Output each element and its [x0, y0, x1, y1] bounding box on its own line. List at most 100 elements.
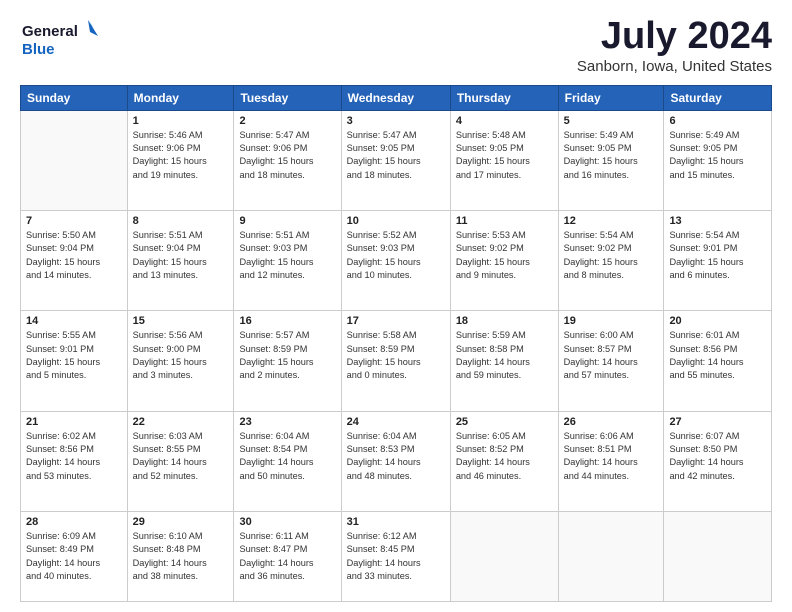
day-number: 30: [239, 516, 335, 528]
day-number: 31: [347, 516, 445, 528]
day-number: 16: [239, 315, 335, 327]
day-info: Sunrise: 5:47 AM Sunset: 9:06 PM Dayligh…: [239, 129, 335, 182]
table-row: 8 Sunrise: 5:51 AM Sunset: 9:04 PM Daylig…: [127, 211, 234, 311]
table-row: 22Sunrise: 6:03 AM Sunset: 8:55 PM Dayli…: [127, 411, 234, 511]
table-row: 6 Sunrise: 5:49 AM Sunset: 9:05 PM Daylig…: [664, 110, 772, 210]
title-block: July 2024 Sanborn, Iowa, United States: [577, 16, 772, 75]
day-number: 26: [564, 416, 659, 428]
day-number: 8: [133, 215, 229, 227]
weekday-header-row: Sunday Monday Tuesday Wednesday Thursday…: [21, 85, 772, 110]
table-row: 14 Sunrise: 5:55 AM Sunset: 9:01 PM Dayli…: [21, 311, 128, 411]
main-title: July 2024: [577, 16, 772, 58]
day-number: 23: [239, 416, 335, 428]
table-row: 11 Sunrise: 5:53 AM Sunset: 9:02 PM Dayli…: [450, 211, 558, 311]
day-info: Sunrise: 5:58 AM Sunset: 8:59 PM Dayligh…: [347, 329, 445, 382]
table-row: [664, 511, 772, 601]
svg-text:Blue: Blue: [22, 41, 55, 58]
table-row: 20 Sunrise: 6:01 AM Sunset: 8:56 PM Dayli…: [664, 311, 772, 411]
day-info: Sunrise: 5:49 AM Sunset: 9:05 PM Dayligh…: [669, 129, 766, 182]
day-number: 13: [669, 215, 766, 227]
day-info: Sunrise: 6:06 AM Sunset: 8:51 PM Dayligh…: [564, 430, 659, 483]
logo: General Blue: [20, 16, 100, 60]
subtitle: Sanborn, Iowa, United States: [577, 58, 772, 75]
header: General Blue July 2024 Sanborn, Iowa, Un…: [20, 16, 772, 75]
day-number: 6: [669, 115, 766, 127]
day-info: Sunrise: 5:46 AM Sunset: 9:06 PM Dayligh…: [133, 129, 229, 182]
header-thursday: Thursday: [450, 85, 558, 110]
day-info: Sunrise: 6:10 AM Sunset: 8:48 PM Dayligh…: [133, 530, 229, 583]
day-number: 2: [239, 115, 335, 127]
day-info: Sunrise: 6:12 AM Sunset: 8:45 PM Dayligh…: [347, 530, 445, 583]
table-row: 3 Sunrise: 5:47 AM Sunset: 9:05 PM Daylig…: [341, 110, 450, 210]
calendar-table: Sunday Monday Tuesday Wednesday Thursday…: [20, 85, 772, 602]
table-row: [21, 110, 128, 210]
table-row: 5 Sunrise: 5:49 AM Sunset: 9:05 PM Daylig…: [558, 110, 664, 210]
day-number: 15: [133, 315, 229, 327]
table-row: 1 Sunrise: 5:46 AM Sunset: 9:06 PM Daylig…: [127, 110, 234, 210]
day-info: Sunrise: 6:11 AM Sunset: 8:47 PM Dayligh…: [239, 530, 335, 583]
day-info: Sunrise: 5:49 AM Sunset: 9:05 PM Dayligh…: [564, 129, 659, 182]
day-number: 19: [564, 315, 659, 327]
day-number: 29: [133, 516, 229, 528]
day-info: Sunrise: 5:54 AM Sunset: 9:01 PM Dayligh…: [669, 229, 766, 282]
day-info: Sunrise: 6:09 AM Sunset: 8:49 PM Dayligh…: [26, 530, 122, 583]
header-sunday: Sunday: [21, 85, 128, 110]
table-row: 19 Sunrise: 6:00 AM Sunset: 8:57 PM Dayli…: [558, 311, 664, 411]
day-number: 7: [26, 215, 122, 227]
day-info: Sunrise: 5:47 AM Sunset: 9:05 PM Dayligh…: [347, 129, 445, 182]
day-number: 17: [347, 315, 445, 327]
header-monday: Monday: [127, 85, 234, 110]
table-row: 4 Sunrise: 5:48 AM Sunset: 9:05 PM Daylig…: [450, 110, 558, 210]
table-row: 18 Sunrise: 5:59 AM Sunset: 8:58 PM Dayli…: [450, 311, 558, 411]
table-row: 12 Sunrise: 5:54 AM Sunset: 9:02 PM Dayli…: [558, 211, 664, 311]
day-number: 11: [456, 215, 553, 227]
day-number: 10: [347, 215, 445, 227]
header-wednesday: Wednesday: [341, 85, 450, 110]
day-info: Sunrise: 5:55 AM Sunset: 9:01 PM Dayligh…: [26, 329, 122, 382]
day-number: 14: [26, 315, 122, 327]
table-row: 7Sunrise: 5:50 AM Sunset: 9:04 PM Daylig…: [21, 211, 128, 311]
day-info: Sunrise: 5:59 AM Sunset: 8:58 PM Dayligh…: [456, 329, 553, 382]
day-info: Sunrise: 6:05 AM Sunset: 8:52 PM Dayligh…: [456, 430, 553, 483]
header-friday: Friday: [558, 85, 664, 110]
day-info: Sunrise: 6:00 AM Sunset: 8:57 PM Dayligh…: [564, 329, 659, 382]
header-tuesday: Tuesday: [234, 85, 341, 110]
day-number: 5: [564, 115, 659, 127]
day-info: Sunrise: 6:02 AM Sunset: 8:56 PM Dayligh…: [26, 430, 122, 483]
day-number: 28: [26, 516, 122, 528]
day-number: 18: [456, 315, 553, 327]
logo-svg: General Blue: [20, 16, 100, 60]
svg-text:General: General: [22, 23, 78, 40]
table-row: 31 Sunrise: 6:12 AM Sunset: 8:45 PM Dayli…: [341, 511, 450, 601]
page: General Blue July 2024 Sanborn, Iowa, Un…: [0, 0, 792, 612]
day-number: 9: [239, 215, 335, 227]
table-row: 15Sunrise: 5:56 AM Sunset: 9:00 PM Dayli…: [127, 311, 234, 411]
day-info: Sunrise: 5:53 AM Sunset: 9:02 PM Dayligh…: [456, 229, 553, 282]
table-row: 28 Sunrise: 6:09 AM Sunset: 8:49 PM Dayli…: [21, 511, 128, 601]
day-number: 4: [456, 115, 553, 127]
day-info: Sunrise: 5:52 AM Sunset: 9:03 PM Dayligh…: [347, 229, 445, 282]
day-number: 1: [133, 115, 229, 127]
day-info: Sunrise: 6:01 AM Sunset: 8:56 PM Dayligh…: [669, 329, 766, 382]
day-info: Sunrise: 6:04 AM Sunset: 8:54 PM Dayligh…: [239, 430, 335, 483]
table-row: 21 Sunrise: 6:02 AM Sunset: 8:56 PM Dayli…: [21, 411, 128, 511]
day-number: 3: [347, 115, 445, 127]
table-row: 27 Sunrise: 6:07 AM Sunset: 8:50 PM Dayli…: [664, 411, 772, 511]
day-number: 24: [347, 416, 445, 428]
day-number: 27: [669, 416, 766, 428]
day-info: Sunrise: 5:51 AM Sunset: 9:04 PM Dayligh…: [133, 229, 229, 282]
day-number: 12: [564, 215, 659, 227]
table-row: 9 Sunrise: 5:51 AM Sunset: 9:03 PM Daylig…: [234, 211, 341, 311]
day-info: Sunrise: 5:54 AM Sunset: 9:02 PM Dayligh…: [564, 229, 659, 282]
day-info: Sunrise: 5:51 AM Sunset: 9:03 PM Dayligh…: [239, 229, 335, 282]
day-info: Sunrise: 6:03 AM Sunset: 8:55 PM Dayligh…: [133, 430, 229, 483]
table-row: 17 Sunrise: 5:58 AM Sunset: 8:59 PM Dayli…: [341, 311, 450, 411]
table-row: 25Sunrise: 6:05 AM Sunset: 8:52 PM Dayli…: [450, 411, 558, 511]
day-number: 21: [26, 416, 122, 428]
day-info: Sunrise: 6:07 AM Sunset: 8:50 PM Dayligh…: [669, 430, 766, 483]
table-row: 30 Sunrise: 6:11 AM Sunset: 8:47 PM Dayli…: [234, 511, 341, 601]
day-info: Sunrise: 5:57 AM Sunset: 8:59 PM Dayligh…: [239, 329, 335, 382]
table-row: 29 Sunrise: 6:10 AM Sunset: 8:48 PM Dayli…: [127, 511, 234, 601]
day-info: Sunrise: 5:48 AM Sunset: 9:05 PM Dayligh…: [456, 129, 553, 182]
day-number: 20: [669, 315, 766, 327]
